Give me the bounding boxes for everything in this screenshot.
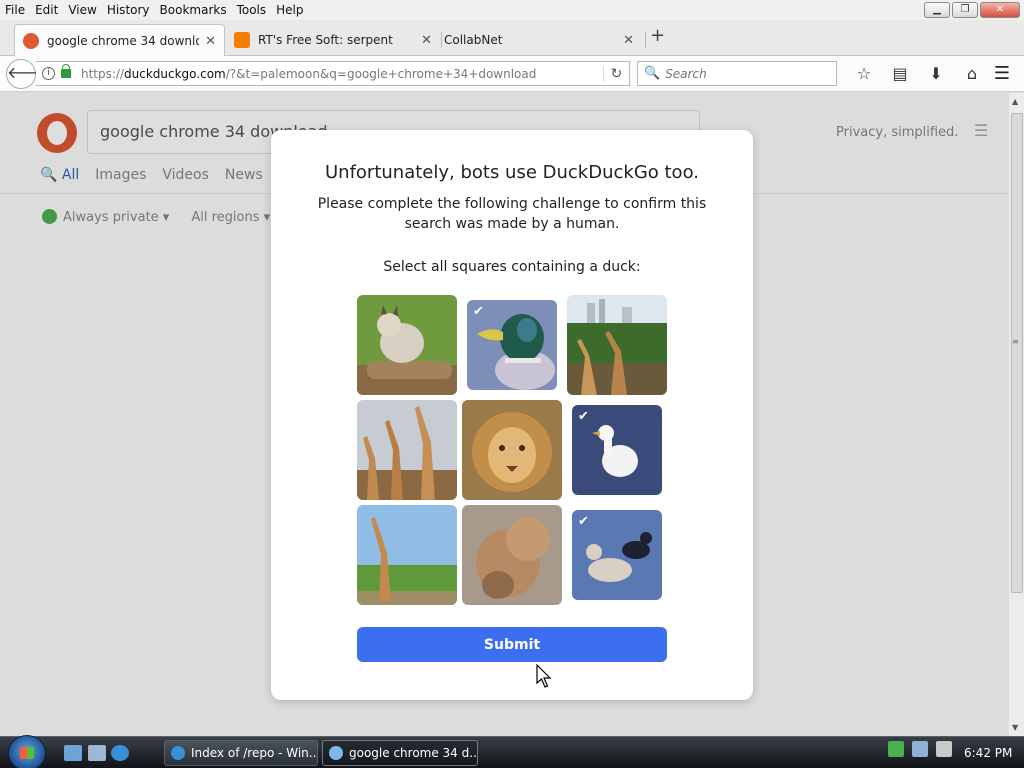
navigation-bar: 🡐 i https://duckduckgo.com/?&t=palemoon&…: [0, 56, 1024, 92]
tab-ddg[interactable]: google chrome 34 download ✕: [14, 24, 225, 57]
bookmark-star-icon[interactable]: ☆: [846, 62, 882, 86]
blogger-favicon-icon: [234, 32, 250, 48]
new-tab-icon[interactable]: +: [650, 25, 665, 46]
menu-bar: File Edit View History Bookmarks Tools H…: [0, 0, 1024, 20]
download-icon[interactable]: ⬇: [918, 62, 954, 86]
tile-lion[interactable]: [462, 400, 562, 500]
captcha-grid: ✔ ✔ ✔: [357, 295, 667, 605]
reading-list-icon[interactable]: ▤: [882, 62, 918, 86]
submit-button[interactable]: Submit: [357, 627, 667, 662]
home-icon[interactable]: ⌂: [954, 62, 990, 86]
tab-collabnet[interactable]: CollabNet ✕: [436, 24, 642, 56]
tile-lynx[interactable]: [357, 295, 457, 395]
lion-image: [462, 400, 562, 500]
tab-strip: google chrome 34 download ✕ RT's Free So…: [0, 20, 1024, 57]
security-shield-icon[interactable]: [888, 741, 904, 757]
switch-windows-icon[interactable]: [88, 745, 106, 761]
scroll-thumb[interactable]: [1011, 113, 1023, 593]
tile-camel[interactable]: [462, 505, 562, 605]
camel-image: [462, 505, 562, 605]
menu-bookmarks[interactable]: Bookmarks: [155, 3, 232, 17]
menu-hamburger-icon[interactable]: ☰: [988, 62, 1016, 86]
tab-rtsoft[interactable]: RT's Free Soft: serpent ✕: [226, 24, 440, 56]
pale-moon-icon: [329, 746, 343, 760]
challenge-instruction: Select all squares containing a duck:: [383, 259, 641, 275]
internet-explorer-icon[interactable]: [111, 745, 129, 761]
dialog-title: Unfortunately, bots use DuckDuckGo too.: [325, 162, 699, 183]
taskbar-clock[interactable]: 6:42 PM: [964, 746, 1012, 760]
reload-icon[interactable]: ↻: [603, 65, 629, 82]
show-desktop-icon[interactable]: [64, 745, 82, 761]
checkmark-icon: ✔: [578, 514, 589, 529]
taskbar-item-label: google chrome 34 d...: [349, 746, 478, 760]
tile-giraffes-group[interactable]: [357, 400, 457, 500]
tab-title: google chrome 34 download: [47, 34, 200, 48]
tile-giraffes-city[interactable]: [567, 295, 667, 395]
window-controls: ▁ ❐ ✕: [924, 2, 1020, 18]
tile-mallard-duck[interactable]: ✔: [467, 300, 557, 390]
browser-search-box[interactable]: 🔍: [637, 61, 837, 86]
tab-close-icon[interactable]: ✕: [421, 33, 432, 48]
mouse-cursor-icon: [536, 664, 552, 688]
giraffes-group-image: [357, 400, 457, 500]
url-prefix: https://: [81, 66, 125, 81]
tile-ducks-water[interactable]: ✔: [572, 510, 662, 600]
giraffe-field-image: [357, 505, 457, 605]
info-icon[interactable]: i: [42, 67, 55, 80]
menu-view[interactable]: View: [63, 3, 101, 17]
menu-edit[interactable]: Edit: [30, 3, 63, 17]
tab-close-icon[interactable]: ✕: [623, 33, 634, 48]
scroll-down-icon[interactable]: ▼: [1012, 723, 1018, 732]
taskbar-item-palemoon[interactable]: google chrome 34 d...: [322, 740, 478, 766]
menu-help[interactable]: Help: [271, 3, 308, 17]
tab-separator: [645, 32, 646, 48]
search-icon: 🔍: [644, 66, 661, 81]
minimize-icon[interactable]: ▁: [924, 2, 950, 18]
lynx-image: [357, 295, 457, 395]
system-tray: [888, 741, 952, 757]
captcha-dialog: Unfortunately, bots use DuckDuckGo too. …: [271, 130, 753, 700]
taskbar-item-label: Index of /repo - Win...: [191, 746, 318, 760]
url-text[interactable]: https://duckduckgo.com/?&t=palemoon&q=go…: [81, 67, 603, 81]
restore-icon[interactable]: ❐: [952, 2, 978, 18]
tab-close-icon[interactable]: ✕: [205, 34, 216, 49]
taskbar-item-ie[interactable]: Index of /repo - Win...: [164, 740, 318, 766]
url-bar[interactable]: i https://duckduckgo.com/?&t=palemoon&q=…: [36, 61, 630, 86]
dialog-subtitle: Please complete the following challenge …: [317, 196, 707, 232]
start-button-icon[interactable]: [8, 735, 46, 768]
toolbar-icons: ☆ ▤ ⬇ ⌂: [846, 62, 990, 86]
windows-taskbar: Index of /repo - Win... google chrome 34…: [0, 735, 1024, 768]
checkmark-icon: ✔: [473, 304, 484, 319]
back-arrow-icon[interactable]: 🡐: [6, 59, 50, 89]
giraffes-city-image: [567, 295, 667, 395]
browser-search-input[interactable]: [665, 66, 826, 81]
scroll-grip-icon: ≡: [1012, 337, 1019, 346]
url-host: duckduckgo.com: [124, 66, 226, 81]
tab-title: RT's Free Soft: serpent: [258, 33, 393, 47]
menu-file[interactable]: File: [0, 3, 30, 17]
menu-tools[interactable]: Tools: [232, 3, 272, 17]
volume-muted-icon[interactable]: [936, 741, 952, 757]
scroll-up-icon[interactable]: ▲: [1012, 97, 1018, 106]
tab-title: CollabNet: [444, 33, 503, 47]
window-close-icon[interactable]: ✕: [980, 2, 1020, 18]
checkmark-icon: ✔: [578, 409, 589, 424]
tile-white-duck[interactable]: ✔: [572, 405, 662, 495]
internet-explorer-icon: [171, 746, 185, 760]
lock-icon[interactable]: [61, 64, 71, 78]
url-path: /?&t=palemoon&q=google+chrome+34+downloa…: [225, 66, 537, 81]
network-icon[interactable]: [912, 741, 928, 757]
duckduckgo-favicon-icon: [23, 33, 39, 49]
menu-history[interactable]: History: [102, 3, 155, 17]
page-scrollbar[interactable]: ▲ ≡ ▼: [1008, 93, 1024, 736]
tile-giraffe-field[interactable]: [357, 505, 457, 605]
